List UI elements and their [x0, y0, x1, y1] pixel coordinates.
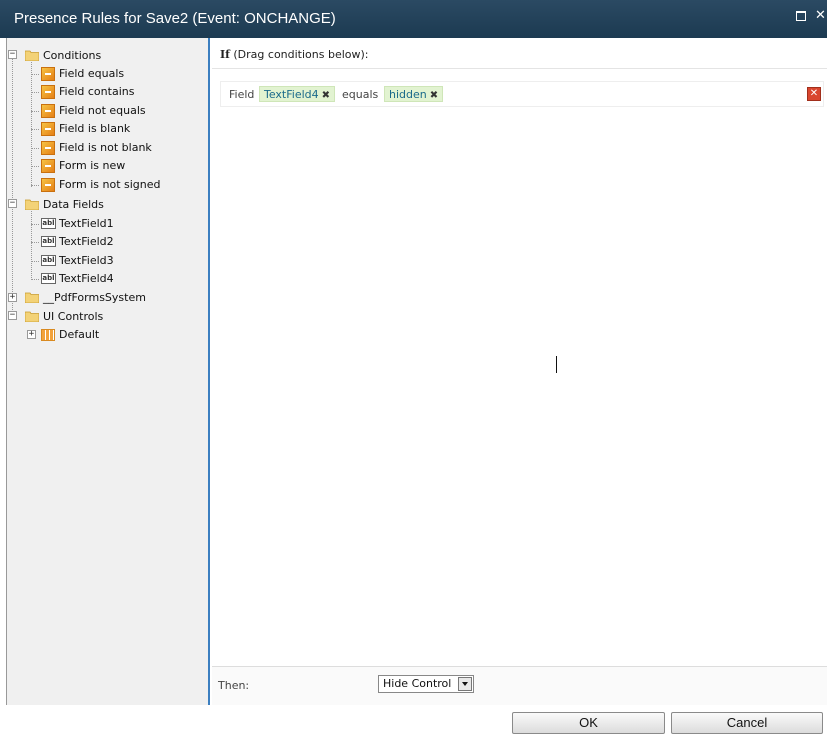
condition-row[interactable]: Field TextField4 ✖ equals hidden ✖ ✕: [220, 81, 824, 107]
condition-icon: [41, 122, 55, 136]
condition-icon: [41, 141, 55, 155]
maximize-icon[interactable]: [796, 11, 806, 21]
cancel-button[interactable]: Cancel: [671, 712, 823, 734]
ok-button[interactable]: OK: [512, 712, 665, 734]
tree-item-label: TextField4: [59, 272, 114, 285]
conditions-collapse-toggle[interactable]: −: [8, 50, 17, 59]
condition-operator: equals: [342, 88, 379, 101]
if-header: If (Drag conditions below):: [220, 48, 369, 61]
tree-item-label: Field contains: [59, 85, 135, 98]
tree-item-label: TextField2: [59, 235, 114, 248]
close-icon[interactable]: ✕: [815, 8, 826, 23]
condition-value-chip[interactable]: hidden ✖: [384, 86, 444, 102]
tree-connector: [31, 242, 39, 243]
text-field-icon: abl: [41, 236, 56, 247]
tree-connector: [31, 129, 39, 130]
dialog-titlebar: Presence Rules for Save2 (Event: ONCHANG…: [0, 0, 827, 38]
folder-icon: [25, 50, 39, 61]
tree-connector: [31, 74, 39, 75]
tree-item-label: Field not equals: [59, 104, 146, 117]
folder-icon: [25, 311, 39, 322]
condition-field-value: TextField4: [264, 88, 319, 101]
dialog-footer: OK Cancel: [0, 705, 827, 738]
form-page-icon: [41, 329, 55, 341]
default-expand-toggle[interactable]: +: [27, 330, 36, 339]
ui-controls-collapse-toggle[interactable]: −: [8, 311, 17, 320]
remove-icon[interactable]: ✖: [430, 90, 438, 101]
tree-connector: [31, 166, 39, 167]
tree-connector: [12, 52, 13, 314]
condition-value: hidden: [389, 88, 427, 101]
then-bar: Then: Hide Control: [212, 666, 827, 706]
rule-editor-pane: If (Drag conditions below): Field TextFi…: [212, 38, 827, 706]
pdf-forms-system-expand-toggle[interactable]: +: [8, 293, 17, 302]
condition-icon: [41, 85, 55, 99]
tree-item-label: Form is not signed: [59, 178, 161, 191]
tree-item-label: Field is not blank: [59, 141, 152, 154]
condition-icon: [41, 104, 55, 118]
tree-connector: [31, 111, 39, 112]
condition-icon: [41, 159, 55, 173]
chevron-down-icon[interactable]: [458, 677, 472, 691]
condition-icon: [41, 178, 55, 192]
tree-folder-label: __PdfFormsSystem: [43, 291, 146, 304]
tree-connector: [31, 261, 39, 262]
delete-condition-icon[interactable]: ✕: [807, 87, 821, 101]
tree-connector: [31, 208, 32, 280]
text-field-icon: abl: [41, 218, 56, 229]
tree-connector: [31, 224, 39, 225]
tree-item-label: Form is new: [59, 159, 126, 172]
remove-icon[interactable]: ✖: [322, 90, 330, 101]
dialog-title: Presence Rules for Save2 (Event: ONCHANG…: [14, 10, 336, 27]
tree-pane: − Conditions Field equals Field contains…: [6, 38, 210, 705]
if-label: If: [220, 48, 230, 61]
condition-field-chip[interactable]: TextField4 ✖: [259, 86, 336, 102]
tree-item-label: Field equals: [59, 67, 125, 80]
then-action-value: Hide Control: [383, 677, 452, 690]
tree-connector: [31, 92, 39, 93]
text-field-icon: abl: [41, 273, 56, 284]
data-fields-collapse-toggle[interactable]: −: [8, 199, 17, 208]
divider: [212, 68, 827, 69]
folder-icon: [25, 292, 39, 303]
text-field-icon: abl: [41, 255, 56, 266]
condition-field-label: Field: [229, 88, 255, 101]
if-hint: (Drag conditions below):: [233, 48, 369, 61]
folder-icon: [25, 199, 39, 210]
tree-connector: [31, 148, 39, 149]
tree-item-label: Default: [59, 328, 100, 341]
tree-folder-label: UI Controls: [43, 310, 104, 323]
condition-icon: [41, 67, 55, 81]
tree-folder-label: Conditions: [43, 49, 102, 62]
text-cursor: [556, 356, 557, 373]
tree-item-label: TextField1: [59, 217, 114, 230]
then-label: Then:: [218, 679, 250, 692]
tree-connector: [31, 62, 32, 187]
tree-item-label: TextField3: [59, 254, 114, 267]
tree-item-label: Field is blank: [59, 122, 131, 135]
tree-connector: [31, 279, 39, 280]
then-action-select[interactable]: Hide Control: [378, 675, 474, 693]
tree-connector: [31, 185, 39, 186]
tree-folder-label: Data Fields: [43, 198, 104, 211]
